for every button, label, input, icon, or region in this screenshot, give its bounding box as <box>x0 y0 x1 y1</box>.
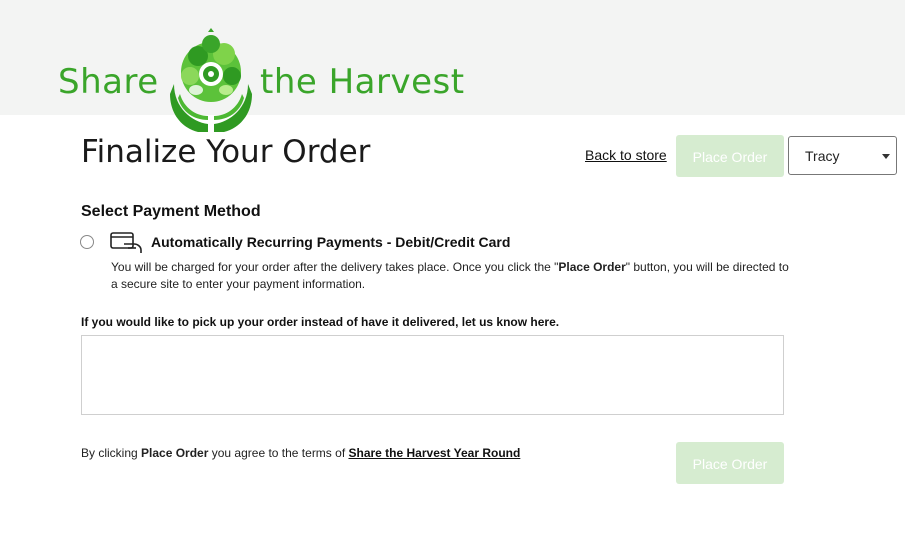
payment-desc-bold: Place Order <box>558 260 626 274</box>
pickup-note-textarea[interactable] <box>81 335 784 415</box>
chevron-down-icon <box>882 154 890 159</box>
back-to-store-link[interactable]: Back to store <box>585 147 667 163</box>
payment-option-label[interactable]: Automatically Recurring Payments - Debit… <box>151 234 510 250</box>
place-order-button-top[interactable]: Place Order <box>676 135 784 177</box>
payment-section-title: Select Payment Method <box>81 203 261 220</box>
pickup-note-label: If you would like to pick up your order … <box>81 315 560 329</box>
payment-description: You will be charged for your order after… <box>111 259 791 293</box>
logo-text-right: the Harvest <box>260 62 465 102</box>
payment-desc-text: You will be charged for your order after… <box>111 260 559 274</box>
terms-prefix: By clicking <box>81 446 142 460</box>
terms-bold: Place Order <box>141 446 209 460</box>
terms-middle: you agree to the terms of <box>208 446 349 460</box>
place-order-button-bottom[interactable]: Place Order <box>676 442 784 484</box>
harvest-emblem-icon <box>170 28 252 132</box>
page-title: Finalize Your Order <box>81 134 371 170</box>
credit-card-hand-icon <box>110 232 142 253</box>
site-logo[interactable]: Share the Harvest <box>58 28 478 133</box>
user-select-value: Tracy <box>805 148 840 164</box>
terms-notice: By clicking Place Order you agree to the… <box>81 446 520 460</box>
terms-link[interactable]: Share the Harvest Year Round <box>348 446 520 460</box>
logo-text-left: Share <box>58 62 159 102</box>
payment-option-radio[interactable] <box>80 235 94 249</box>
user-select[interactable]: Tracy <box>788 136 897 175</box>
